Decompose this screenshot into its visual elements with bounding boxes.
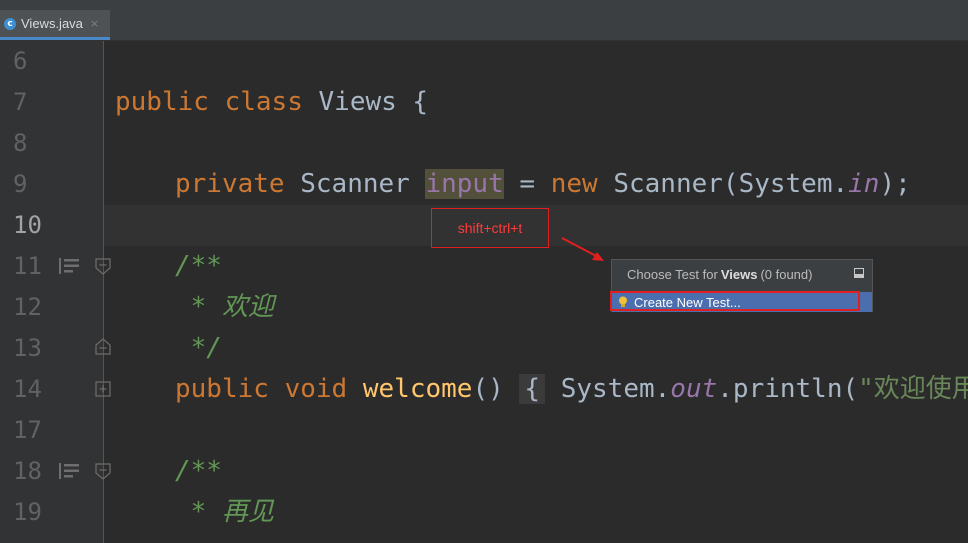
window-top-strip xyxy=(0,0,968,10)
doc-comment-start: /** xyxy=(175,456,222,486)
keyword: class xyxy=(224,87,303,117)
operator: = xyxy=(503,169,551,199)
popup-title-class: Views xyxy=(720,267,758,282)
shortcut-annotation: shift+ctrl+t xyxy=(431,208,549,248)
fold-end-icon[interactable] xyxy=(95,337,111,355)
keyword: public xyxy=(115,87,209,117)
line-number: 14 xyxy=(13,375,42,403)
pin-icon[interactable] xyxy=(854,268,864,278)
editor-tab-bar: c Views.java × xyxy=(0,10,968,41)
method-call: System. xyxy=(545,374,671,404)
line-number: 7 xyxy=(13,88,28,116)
field-input-highlighted[interactable]: input xyxy=(425,169,504,199)
render-doc-icon[interactable] xyxy=(59,462,81,480)
doc-comment-text: * 欢迎 xyxy=(175,292,274,322)
annotation-arrow-icon xyxy=(561,237,604,261)
line-number: 17 xyxy=(13,416,42,444)
statement-end: ); xyxy=(879,169,911,199)
static-field: out xyxy=(670,374,718,404)
line-number-current: 10 xyxy=(13,211,42,239)
line-number: 19 xyxy=(13,498,42,526)
method-name: welcome xyxy=(362,374,473,404)
java-class-icon: c xyxy=(4,17,16,30)
keyword: new xyxy=(550,169,598,199)
render-doc-icon[interactable] xyxy=(59,257,81,275)
close-icon[interactable]: × xyxy=(90,17,99,30)
fold-expand-icon[interactable] xyxy=(95,381,111,397)
line-number: 6 xyxy=(13,47,28,75)
tab-label: Views.java xyxy=(21,16,83,31)
constructor-call: Scanner(System. xyxy=(597,169,849,199)
annotation-highlight-box xyxy=(610,291,860,311)
doc-comment-start: /** xyxy=(175,251,222,281)
popup-title-count: (0 found) xyxy=(760,267,813,282)
fold-collapse-icon[interactable] xyxy=(95,463,111,481)
doc-comment-text: * 再见 xyxy=(175,497,274,527)
choose-test-popup: Choose Test for Views (0 found) Create N… xyxy=(610,259,873,312)
line-number: 9 xyxy=(13,170,28,198)
method-call: .println( xyxy=(717,374,859,404)
line-number: 13 xyxy=(13,334,42,362)
string-literal: "欢迎使用XX xyxy=(858,374,968,404)
keyword: void xyxy=(284,374,348,404)
doc-comment-end: */ xyxy=(175,333,222,363)
create-new-test-item[interactable]: Create New Test... xyxy=(610,291,872,312)
keyword: private xyxy=(175,169,285,199)
fold-collapse-icon[interactable] xyxy=(95,258,111,276)
shortcut-annotation-text: shift+ctrl+t xyxy=(457,220,523,236)
line-number: 18 xyxy=(13,457,42,485)
method-params: () xyxy=(472,374,504,404)
popup-title-prefix: Choose Test for xyxy=(627,267,718,282)
popup-title: Choose Test for Views (0 found) xyxy=(612,260,872,289)
code-line-class-declaration[interactable]: public class Views { xyxy=(115,82,428,123)
line-number: 11 xyxy=(13,252,42,280)
line-number: 12 xyxy=(13,293,42,321)
code-line-method-welcome[interactable]: public void welcome() { System.out.print… xyxy=(175,369,968,410)
tab-views-java[interactable]: c Views.java × xyxy=(0,10,110,40)
static-field: in xyxy=(848,169,880,199)
line-number: 8 xyxy=(13,129,28,157)
class-name: Views { xyxy=(302,87,429,117)
code-line-field-declaration[interactable]: private Scanner input = new Scanner(Syst… xyxy=(175,164,911,205)
keyword: public xyxy=(175,374,269,404)
type-name: Scanner xyxy=(284,169,426,199)
folded-brace[interactable]: { xyxy=(519,374,546,404)
